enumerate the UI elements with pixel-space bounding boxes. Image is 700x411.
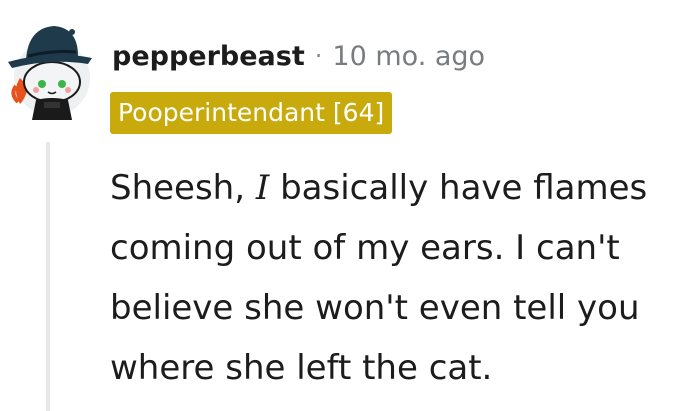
comment-body-text: Sheesh, xyxy=(110,168,256,208)
comment-body-text: believe she won't even tell you xyxy=(110,288,640,328)
comment-body: Sheesh, I basically have flames coming ou… xyxy=(110,158,688,398)
comment-meta: pepperbeast · 10 mo. ago xyxy=(112,36,485,76)
timestamp-link[interactable]: 10 mo. ago xyxy=(332,41,485,72)
comment-body-text: coming out of my ears. I can't xyxy=(110,228,620,268)
comment-body-text: where she left the cat. xyxy=(110,348,493,388)
comment-body-text: basically have flames xyxy=(269,168,648,208)
comment-body-emphasis: I xyxy=(255,168,270,208)
user-flair-badge: Pooperintendant [64] xyxy=(110,92,393,134)
snoo-avatar-icon xyxy=(8,26,92,120)
user-avatar-icon[interactable] xyxy=(6,20,94,120)
comment: pepperbeast · 10 mo. ago Pooperintendant… xyxy=(0,0,700,411)
username-link[interactable]: pepperbeast xyxy=(112,41,305,72)
thread-collapse-line[interactable] xyxy=(46,142,50,411)
meta-separator: · xyxy=(314,42,323,70)
